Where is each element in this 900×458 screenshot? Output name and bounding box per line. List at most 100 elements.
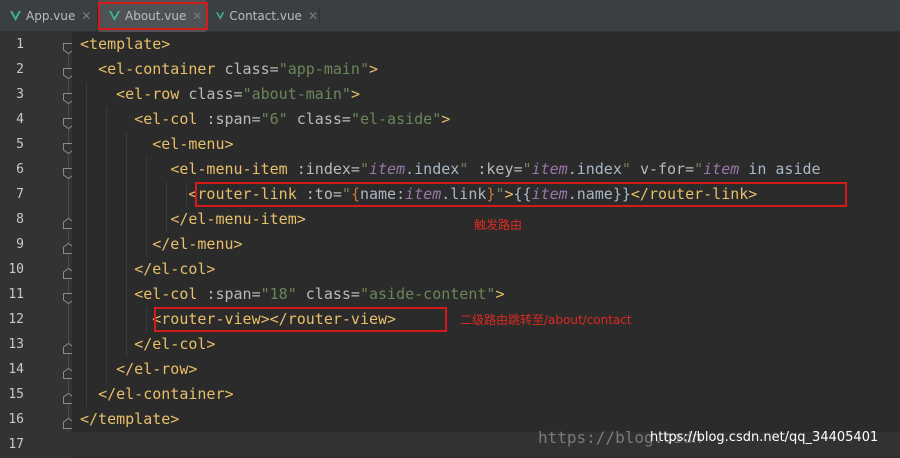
line-number: 6 [16, 162, 24, 177]
string-token: "about-main" [242, 85, 351, 103]
code-line-10: </el-col> [80, 257, 215, 282]
close-icon[interactable]: ✕ [192, 9, 202, 23]
tab-app-vue[interactable]: App.vue ✕ [0, 0, 96, 32]
line-number: 8 [16, 212, 24, 227]
code-line-5: <el-menu> [80, 132, 234, 157]
code-line-15: </el-container> [80, 382, 234, 407]
close-icon[interactable]: ✕ [308, 9, 318, 23]
code-line-16: </template> [80, 407, 179, 432]
tab-label: About.vue [125, 9, 187, 23]
vue-file-icon [10, 11, 21, 21]
tag-token: <template> [80, 35, 171, 53]
line-number: 1 [16, 37, 24, 52]
vue-file-icon [109, 11, 120, 21]
tag-token: <router-link [188, 185, 306, 203]
tag-token: </el-col> [134, 260, 216, 278]
tag-token: > [441, 110, 451, 128]
tag-token: <el-col [134, 285, 207, 303]
var-token: item [531, 185, 568, 203]
line-number: 2 [16, 62, 24, 77]
tag-token: > [495, 285, 505, 303]
plain-token: .index [405, 160, 460, 178]
code-line-3: <el-row class="about-main"> [80, 82, 360, 107]
watermark-url: https://blog.csdn.net/qq_34405401 [650, 430, 879, 445]
attr-token: class= [305, 285, 360, 303]
code-line-8: </el-menu-item> [80, 207, 306, 232]
tag-token: </el-container> [98, 385, 234, 403]
tag-token: </el-menu-item> [170, 210, 306, 228]
string-token: "app-main" [278, 60, 369, 78]
attr-token: :to= [305, 185, 342, 203]
attr-token: :index= [296, 160, 360, 178]
tag-token: </router-link> [630, 185, 758, 203]
tag-token: <el-container [98, 60, 225, 78]
line-number: 4 [16, 112, 24, 127]
plain-token: .index [567, 160, 622, 178]
string-token: "18" [260, 285, 306, 303]
code-line-7: <router-link :to="{name:item.link}">{{it… [80, 182, 757, 207]
plain-token: {{ [513, 185, 532, 203]
code-line-13: </el-col> [80, 332, 215, 357]
string-token: "6" [260, 110, 297, 128]
tab-label: App.vue [26, 9, 76, 23]
attr-token: v-for= [639, 160, 695, 178]
line-number: 13 [8, 337, 24, 352]
string-token: "el-aside" [350, 110, 442, 128]
code-line-4: <el-col :span="6" class="el-aside"> [80, 107, 450, 132]
tag-token: <el-menu> [152, 135, 234, 153]
plain-token: .name [567, 185, 613, 203]
plain-token: name: [359, 185, 406, 203]
attr-token: class= [224, 60, 279, 78]
line-number: 15 [8, 387, 24, 402]
tag-token: <el-row [116, 85, 189, 103]
var-token: item [405, 185, 442, 203]
annotation-child-route: 二级路由跳转至/about/contact [460, 313, 632, 327]
code-line-6: <el-menu-item :index="item.index" :key="… [80, 157, 821, 182]
line-number: 14 [8, 362, 24, 377]
line-number: 9 [16, 237, 24, 252]
line-number: 7 [16, 187, 24, 202]
plain-token: in aside [739, 160, 821, 178]
var-token: item [369, 160, 406, 178]
code-line-11: <el-col :span="18" class="aside-content"… [80, 282, 504, 307]
tab-contact-vue[interactable]: Contact.vue ✕ [206, 0, 318, 32]
tag-token: > [350, 85, 360, 103]
tag-token: > [504, 185, 514, 203]
attr-token: :span= [206, 110, 261, 128]
line-number: 3 [16, 87, 24, 102]
attr-token: class= [188, 85, 243, 103]
tag-token: > [369, 60, 379, 78]
attr-token: :key= [477, 160, 523, 178]
string-token: " [359, 160, 369, 178]
string-token: " [341, 185, 351, 203]
string-token: "aside-content" [359, 285, 496, 303]
line-number: 5 [16, 137, 24, 152]
line-number: 10 [8, 262, 24, 277]
annotation-trigger-route: 触发路由 [474, 218, 523, 232]
string-token: " [459, 160, 478, 178]
attr-token: class= [296, 110, 351, 128]
plain-token: }} [612, 185, 631, 203]
line-number: 12 [8, 312, 24, 327]
tag-token: </el-col> [134, 335, 216, 353]
tag-token: </el-menu> [152, 235, 243, 253]
code-line-9: </el-menu> [80, 232, 243, 257]
tag-token: </template> [80, 410, 180, 428]
code-line-14: </el-row> [80, 357, 197, 382]
var-token: item [531, 160, 568, 178]
code-line-12: <router-view></router-view> [80, 307, 396, 332]
code-line-1: <template> [80, 32, 170, 57]
string-token: " [694, 160, 704, 178]
close-icon[interactable]: ✕ [81, 9, 91, 23]
editor-tab-bar: App.vue ✕ About.vue ✕ Contact.vue ✕ [0, 0, 900, 32]
vue-file-icon [216, 12, 225, 20]
string-token: " [621, 160, 640, 178]
attr-token: :span= [206, 285, 261, 303]
tab-about-vue[interactable]: About.vue ✕ [99, 0, 206, 32]
tag-token: <router-view></router-view> [152, 310, 397, 328]
var-token: item [703, 160, 740, 178]
tag-token: </el-row> [116, 360, 198, 378]
brace-token: { [350, 185, 360, 203]
tag-token: <el-col [134, 110, 207, 128]
line-number: 11 [8, 287, 24, 302]
